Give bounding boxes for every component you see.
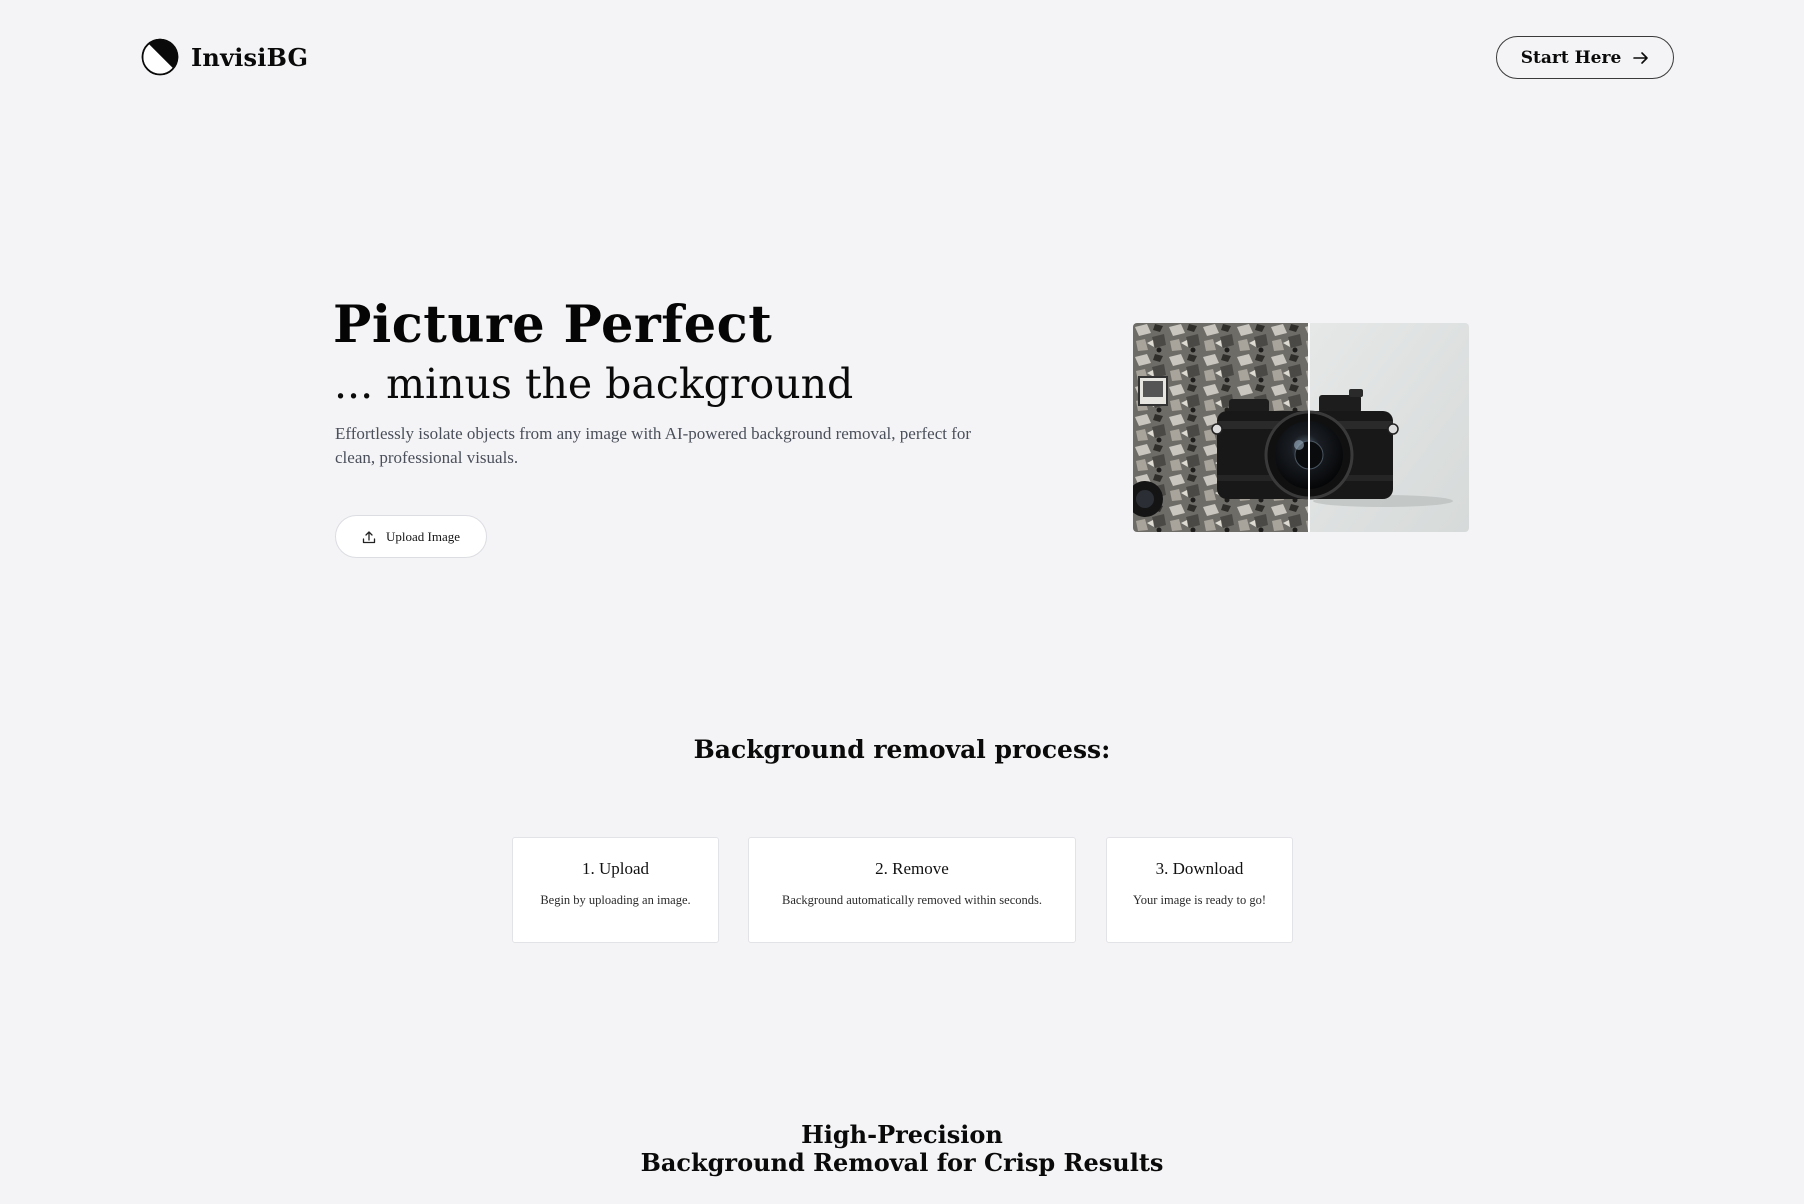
before-after-camera-image [1133, 323, 1469, 532]
step-title: 3. Download [1155, 859, 1244, 878]
half-moon-logo-icon [141, 38, 179, 76]
start-here-button[interactable]: Start Here [1496, 36, 1674, 79]
precision-title-line-1: High-Precision [801, 1120, 1003, 1149]
step-description: Your image is ready to go! [1132, 893, 1267, 907]
step-title: 1. Upload [581, 859, 650, 878]
step-card-remove: 2. Remove Background automatically remov… [748, 837, 1076, 943]
upload-image-label: Upload Image [385, 528, 460, 544]
step-card-download: 3. Download Your image is ready to go! [1106, 837, 1293, 943]
arrow-right-icon [1633, 51, 1649, 64]
brand[interactable]: InvisiBG [141, 38, 308, 76]
site-header: InvisiBG Start Here [0, 0, 1804, 116]
hero-description: Effortlessly isolate objects from any im… [335, 424, 972, 467]
start-here-label: Start Here [1520, 47, 1622, 68]
step-card-upload: 1. Upload Begin by uploading an image. [512, 837, 719, 943]
precision-title: High-Precision Background Removal for Cr… [0, 1121, 1804, 1177]
step-description: Begin by uploading an image. [540, 893, 691, 907]
precision-title-line-2: Background Removal for Crisp Results [640, 1148, 1164, 1177]
hero-subtitle: ... minus the background [334, 360, 854, 408]
upload-icon [362, 530, 376, 543]
upload-image-button[interactable]: Upload Image [335, 515, 487, 558]
step-title: 2. Remove [875, 859, 949, 878]
brand-name: InvisiBG [191, 42, 309, 72]
process-title: Background removal process: [693, 735, 1111, 764]
hero-title: Picture Perfect [333, 295, 773, 355]
step-description: Background automatically removed within … [781, 893, 1042, 907]
